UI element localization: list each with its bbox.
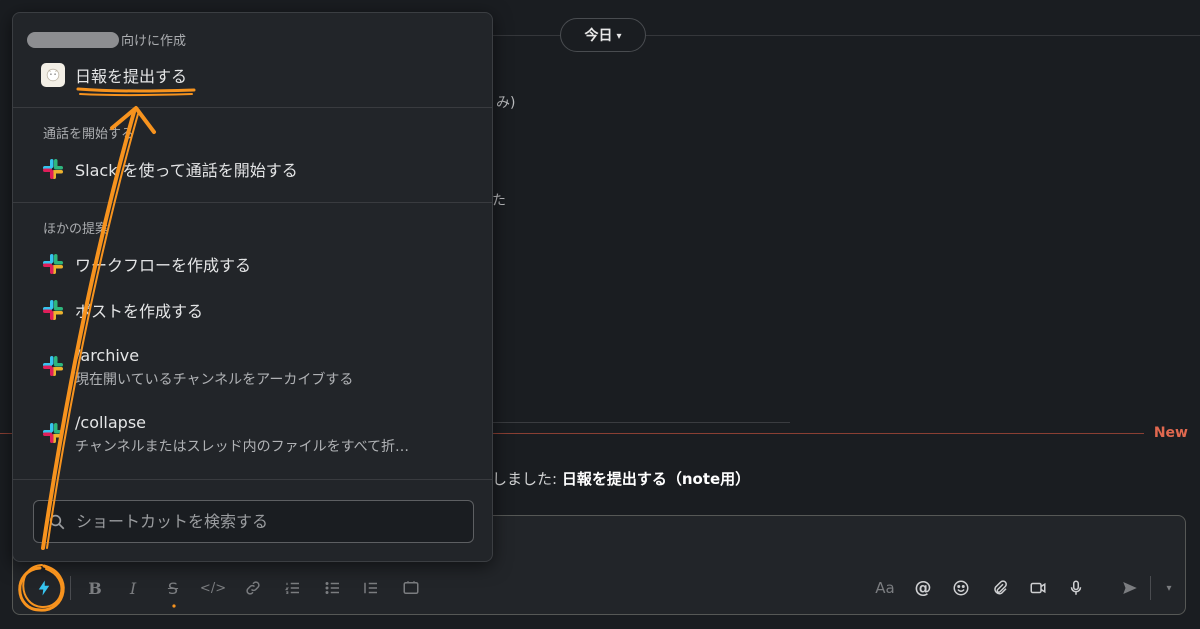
shortcut-search-input[interactable] <box>76 512 473 531</box>
at-icon[interactable]: @ <box>911 576 935 600</box>
slack-logo-icon <box>43 254 63 274</box>
section-title-suggestions: ほかの提案 <box>43 222 109 237</box>
menu-item-start-call[interactable]: Slack を使って通話を開始する <box>41 157 298 181</box>
menu-item-label: /collapse <box>75 413 147 432</box>
workflow-suffix: （note用） <box>666 470 751 488</box>
composer-toolbar: B I S </> Aa @ ▾ <box>13 562 1185 614</box>
section-title-created-for: 向けに作成 <box>27 30 186 49</box>
slack-logo-icon <box>43 356 63 376</box>
slack-logo-icon <box>43 159 63 179</box>
link-icon[interactable] <box>241 576 265 600</box>
slack-logo-icon <box>43 423 63 443</box>
menu-item-label: ワークフローを作成する <box>75 256 252 275</box>
strikethrough-icon[interactable]: S <box>161 576 185 600</box>
emoji-icon[interactable] <box>949 576 973 600</box>
lightning-icon[interactable] <box>32 576 56 600</box>
workflow-message: しました: 日報を提出する（note用） <box>492 468 750 489</box>
menu-item-description: チャンネルまたはスレッド内のファイルをすべて折… <box>75 439 410 455</box>
chevron-down-icon[interactable]: ▾ <box>1157 576 1181 600</box>
menu-divider <box>13 479 492 480</box>
send-icon[interactable] <box>1118 576 1142 600</box>
code-block-icon[interactable] <box>399 576 423 600</box>
message-fragment: た <box>492 193 506 209</box>
app-avatar-icon <box>41 63 65 87</box>
block-list-icon[interactable] <box>359 576 383 600</box>
menu-item-archive[interactable]: /archive 現在開いているチャンネルをアーカイブする <box>41 346 353 389</box>
date-jump-button[interactable]: 今日 ▾ <box>560 18 646 52</box>
video-icon[interactable] <box>1026 576 1050 600</box>
slack-logo-icon <box>43 300 63 320</box>
menu-item-text: /archive 現在開いているチャンネルをアーカイブする <box>75 346 353 389</box>
menu-item-label: 日報を提出する <box>75 67 188 86</box>
menu-divider <box>13 202 492 203</box>
menu-item-label: Slack を使って通話を開始する <box>75 161 298 180</box>
menu-item-collapse[interactable]: /collapse チャンネルまたはスレッド内のファイルをすべて折… <box>41 413 409 456</box>
code-icon[interactable]: </> <box>200 576 226 600</box>
search-icon <box>49 514 65 529</box>
message-fragment: み) <box>496 95 516 111</box>
menu-item-submit-report[interactable]: 日報を提出する <box>41 63 187 87</box>
bullet-list-icon[interactable] <box>321 576 345 600</box>
format-toggle-button[interactable]: Aa <box>873 576 897 600</box>
new-messages-label: New <box>1153 425 1188 441</box>
section-title-call: 通話を開始する <box>43 127 135 142</box>
message-divider <box>492 422 790 423</box>
message-prefix: しました: <box>492 470 562 488</box>
menu-item-description: 現在開いているチャンネルをアーカイブする <box>75 372 354 388</box>
section-title-text: 向けに作成 <box>121 34 187 49</box>
date-label: 今日 <box>584 28 613 44</box>
toolbar-separator <box>1150 576 1151 600</box>
menu-item-label: ポストを作成する <box>75 302 204 321</box>
menu-item-create-workflow[interactable]: ワークフローを作成する <box>41 252 251 276</box>
menu-item-label: /archive <box>75 346 140 365</box>
chevron-down-icon: ▾ <box>616 30 622 42</box>
bold-icon[interactable]: B <box>83 576 107 600</box>
toolbar-separator <box>70 576 71 600</box>
workflow-name[interactable]: 日報を提出する <box>562 470 667 488</box>
shortcut-search-box[interactable] <box>33 500 474 543</box>
italic-icon[interactable]: I <box>121 576 145 600</box>
shortcut-menu: 向けに作成 日報を提出する 通話を開始する Slack を使って通話を開始する … <box>12 12 493 562</box>
menu-divider <box>13 107 492 108</box>
microphone-icon[interactable] <box>1064 576 1088 600</box>
redacted-name <box>27 32 119 48</box>
paperclip-icon[interactable] <box>988 576 1012 600</box>
menu-item-text: /collapse チャンネルまたはスレッド内のファイルをすべて折… <box>75 413 409 456</box>
ordered-list-icon[interactable] <box>281 576 305 600</box>
menu-item-create-post[interactable]: ポストを作成する <box>41 298 203 322</box>
